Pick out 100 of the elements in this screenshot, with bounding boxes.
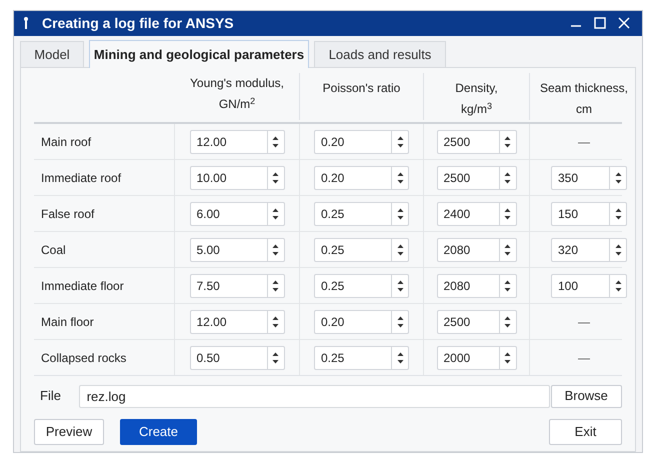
number-field[interactable]: 0.25 xyxy=(314,202,392,226)
exit-button[interactable]: Exit xyxy=(549,419,622,445)
number-field[interactable]: 12.00 xyxy=(190,310,268,334)
number-field[interactable]: 0.20 xyxy=(314,166,392,190)
browse-button[interactable]: Browse xyxy=(550,384,622,408)
number-field[interactable]: 10.00 xyxy=(190,166,268,190)
maximize-icon[interactable] xyxy=(594,17,606,30)
row-label: False roof xyxy=(41,206,94,222)
spin-button[interactable] xyxy=(500,274,516,298)
spin-arrows-icon[interactable] xyxy=(272,134,279,148)
app-icon xyxy=(22,16,30,30)
spin-button[interactable] xyxy=(268,346,284,370)
spin-button[interactable] xyxy=(392,310,409,334)
empty-value-dash: — xyxy=(578,314,590,330)
spin-arrows-icon[interactable] xyxy=(272,314,279,328)
spin-button[interactable] xyxy=(392,238,409,262)
row-label: Collapsed rocks xyxy=(41,350,126,366)
spin-button[interactable] xyxy=(392,166,409,190)
spin-button[interactable] xyxy=(500,346,516,370)
spin-arrows-icon[interactable] xyxy=(396,350,404,364)
number-field[interactable]: 320 xyxy=(551,238,610,262)
spin-arrows-icon[interactable] xyxy=(614,206,622,220)
spin-button[interactable] xyxy=(268,274,284,298)
number-field[interactable]: 0.50 xyxy=(190,346,268,370)
number-field[interactable]: 7.50 xyxy=(190,274,268,298)
spin-button[interactable] xyxy=(392,130,409,154)
number-field[interactable]: 2000 xyxy=(436,346,500,370)
column-header: Poisson's ratio xyxy=(322,80,400,97)
spin-button[interactable] xyxy=(392,202,409,226)
spin-button[interactable] xyxy=(610,238,627,262)
spin-button[interactable] xyxy=(500,202,516,226)
number-field[interactable]: 0.25 xyxy=(314,346,392,370)
number-field[interactable]: 2080 xyxy=(436,238,500,262)
number-field[interactable]: 2400 xyxy=(436,202,500,226)
number-field[interactable]: 2080 xyxy=(436,274,500,298)
number-field[interactable]: 0.20 xyxy=(314,130,392,154)
spin-arrows-icon[interactable] xyxy=(504,242,511,256)
spin-button[interactable] xyxy=(268,166,284,190)
spin-arrows-icon[interactable] xyxy=(272,350,279,364)
spin-arrows-icon[interactable] xyxy=(396,242,404,256)
number-field[interactable]: 350 xyxy=(551,166,610,190)
spin-arrows-icon[interactable] xyxy=(504,206,511,220)
file-path-field[interactable]: rez.log xyxy=(78,384,550,408)
tab[interactable]: Model xyxy=(20,41,84,67)
column-header: Density, kg/m$^{3}$ xyxy=(454,80,499,118)
spin-button[interactable] xyxy=(500,166,516,190)
number-field[interactable]: 5.00 xyxy=(190,238,268,262)
spin-button[interactable] xyxy=(392,346,409,370)
spin-button[interactable] xyxy=(610,274,627,298)
row-label: Main floor xyxy=(41,314,94,330)
row-label: Coal xyxy=(41,242,66,258)
spin-arrows-icon[interactable] xyxy=(504,350,511,364)
number-field[interactable]: 100 xyxy=(551,274,610,298)
spin-button[interactable] xyxy=(268,202,284,226)
spin-button[interactable] xyxy=(500,130,516,154)
number-field[interactable]: 0.25 xyxy=(314,274,392,298)
number-field[interactable]: 6.00 xyxy=(190,202,268,226)
number-field[interactable]: 2500 xyxy=(436,166,500,190)
row-label: Immediate roof xyxy=(41,170,122,186)
spin-arrows-icon[interactable] xyxy=(614,242,622,256)
spin-arrows-icon[interactable] xyxy=(272,278,279,292)
spin-arrows-icon[interactable] xyxy=(396,206,404,220)
spin-arrows-icon[interactable] xyxy=(272,242,279,256)
number-field[interactable]: 150 xyxy=(551,202,610,226)
spin-arrows-icon[interactable] xyxy=(272,170,279,184)
number-field[interactable]: 2500 xyxy=(436,310,500,334)
column-header: Seam thickness, cm xyxy=(538,80,630,118)
spin-button[interactable] xyxy=(500,310,516,334)
tab[interactable]: Loads and results xyxy=(314,41,446,67)
spin-arrows-icon[interactable] xyxy=(504,278,511,292)
spin-arrows-icon[interactable] xyxy=(396,314,404,328)
spin-button[interactable] xyxy=(610,166,627,190)
preview-button[interactable]: Preview xyxy=(34,419,104,445)
spin-arrows-icon[interactable] xyxy=(396,134,404,148)
create-button[interactable]: Create xyxy=(120,419,197,445)
spin-arrows-icon[interactable] xyxy=(614,170,622,184)
tab[interactable]: Mining and geological parameters xyxy=(89,40,309,68)
spin-arrows-icon[interactable] xyxy=(504,170,511,184)
window-title: Creating a log file for ANSYS xyxy=(42,14,235,33)
close-icon[interactable] xyxy=(618,17,630,30)
spin-button[interactable] xyxy=(268,310,284,334)
spin-arrows-icon[interactable] xyxy=(504,314,511,328)
row-label: Main roof xyxy=(41,134,92,150)
spin-arrows-icon[interactable] xyxy=(614,278,622,292)
column-header: Young's modulus, GN/m$^{2}$ xyxy=(189,75,285,113)
spin-button[interactable] xyxy=(500,238,516,262)
number-field[interactable]: 12.00 xyxy=(190,130,268,154)
spin-button[interactable] xyxy=(268,238,284,262)
number-field[interactable]: 2500 xyxy=(436,130,500,154)
file-label: File xyxy=(39,387,62,406)
spin-button[interactable] xyxy=(392,274,409,298)
spin-button[interactable] xyxy=(610,202,627,226)
spin-button[interactable] xyxy=(268,130,284,154)
empty-value-dash: — xyxy=(578,350,590,366)
spin-arrows-icon[interactable] xyxy=(396,170,404,184)
number-field[interactable]: 0.25 xyxy=(314,238,392,262)
number-field[interactable]: 0.20 xyxy=(314,310,392,334)
spin-arrows-icon[interactable] xyxy=(504,134,511,148)
spin-arrows-icon[interactable] xyxy=(396,278,404,292)
spin-arrows-icon[interactable] xyxy=(272,206,279,220)
